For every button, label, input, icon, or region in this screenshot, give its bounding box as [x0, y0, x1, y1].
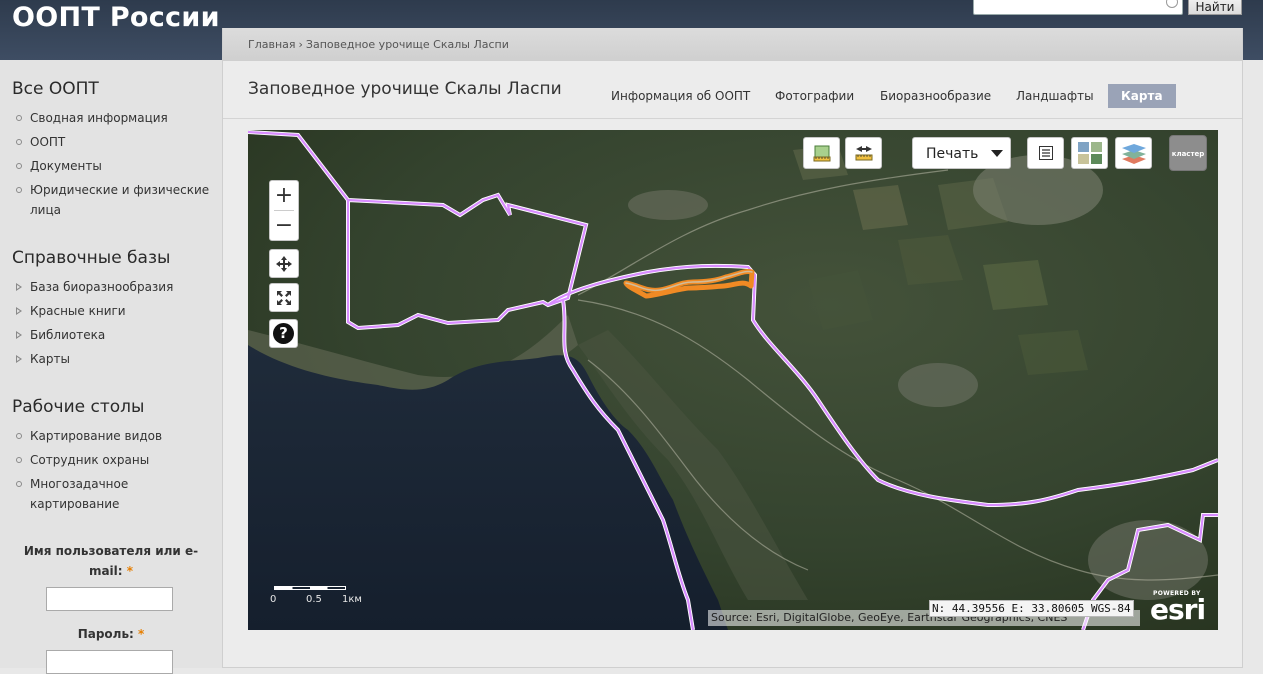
sidebar-item-species-mapping[interactable]: Картирование видов: [14, 426, 214, 446]
username-label-text: Имя пользователя или e-mail:: [23, 544, 199, 578]
sidebar-link[interactable]: Красные книги: [30, 304, 126, 318]
esri-logo[interactable]: POWERED BY esri: [1146, 588, 1214, 626]
sidebar-link[interactable]: Юридические и физические лица: [30, 183, 209, 217]
divider: [223, 118, 1242, 119]
sidebar-item-security-staff[interactable]: Сотрудник охраны: [14, 450, 214, 470]
breadcrumb-home[interactable]: Главная: [248, 38, 296, 51]
breadcrumb: Главная › Заповедное урочище Скалы Ласпи: [223, 28, 1242, 61]
sidebar-heading-all-oopt: Все ООПТ: [12, 79, 99, 99]
scale-bar-graphic: [274, 586, 346, 590]
sidebar: Все ООПТ Сводная информация ООПТ Докумен…: [0, 60, 222, 674]
pan-arrows-icon: [276, 255, 292, 272]
help-icon: ?: [273, 323, 294, 344]
arrow-bullet-icon: [16, 307, 22, 315]
sidebar-item-documents[interactable]: Документы: [14, 156, 214, 176]
sidebar-heading-reference: Справочные базы: [12, 248, 171, 268]
main-content: Главная › Заповедное урочище Скалы Ласпи З…: [222, 28, 1243, 668]
sidebar-heading-workspaces: Рабочие столы: [12, 397, 145, 417]
esri-wordmark: esri: [1150, 593, 1206, 626]
measure-distance-button[interactable]: [845, 137, 882, 169]
sidebar-item-maps[interactable]: Карты: [14, 349, 214, 369]
legend-button[interactable]: [1027, 137, 1064, 169]
page-title: Заповедное урочище Скалы Ласпи: [248, 79, 562, 99]
tab-photos[interactable]: Фотографии: [775, 84, 854, 108]
print-label: Печать: [926, 146, 979, 162]
sidebar-item-biodiversity-db[interactable]: База биоразнообразия: [14, 277, 214, 297]
sidebar-link[interactable]: Картирование видов: [30, 429, 162, 443]
basemap-gallery-icon: [1077, 142, 1102, 164]
sidebar-link[interactable]: База биоразнообразия: [30, 280, 173, 294]
required-mark: *: [138, 627, 145, 641]
tab-biodiversity[interactable]: Биоразнообразие: [880, 84, 991, 108]
satellite-imagery[interactable]: [248, 130, 1218, 630]
arrow-bullet-icon: [16, 355, 22, 363]
sidebar-list-reference: База биоразнообразия Красные книги Библи…: [14, 277, 214, 373]
sidebar-link[interactable]: Сводная информация: [30, 111, 168, 125]
sidebar-link[interactable]: Многозадачное картирование: [30, 477, 128, 511]
coordinate-readout: N: 44.39556 E: 33.80605 WGS-84: [929, 600, 1134, 617]
search-input[interactable]: [973, 0, 1183, 15]
required-mark: *: [126, 564, 134, 578]
breadcrumb-separator: ›: [298, 38, 303, 51]
zoom-in-button[interactable]: +: [270, 181, 298, 210]
legend-list-icon: [1038, 146, 1053, 160]
username-label: Имя пользователя или e-mail: *: [0, 541, 222, 581]
tab-landscapes[interactable]: Ландшафты: [1016, 84, 1094, 108]
breadcrumb-current[interactable]: Заповедное урочище Скалы Ласпи: [306, 38, 509, 51]
sidebar-link[interactable]: Карты: [30, 352, 70, 366]
cluster-toggle-button[interactable]: кластер: [1169, 135, 1207, 171]
sidebar-link[interactable]: Библиотека: [30, 328, 105, 342]
username-field[interactable]: [46, 587, 173, 611]
tab-info[interactable]: Информация об ООПТ: [611, 84, 750, 108]
expand-icon: [277, 290, 291, 305]
sidebar-item-library[interactable]: Библиотека: [14, 325, 214, 345]
sidebar-item-summary[interactable]: Сводная информация: [14, 108, 214, 128]
zoom-out-button[interactable]: −: [270, 211, 298, 240]
sidebar-item-legal-persons[interactable]: Юридические и физические лица: [14, 180, 214, 220]
zoom-control: + −: [269, 180, 299, 241]
help-button[interactable]: ?: [269, 319, 298, 348]
sidebar-link[interactable]: Сотрудник охраны: [30, 453, 149, 467]
sidebar-link[interactable]: Документы: [30, 159, 102, 173]
bullet-icon: [16, 481, 22, 487]
full-extent-button[interactable]: [269, 283, 299, 312]
bullet-icon: [16, 457, 22, 463]
sidebar-item-red-books[interactable]: Красные книги: [14, 301, 214, 321]
search-button[interactable]: Найти: [1188, 0, 1242, 15]
scale-bar: 0 0.5 1км: [270, 586, 370, 616]
map-view[interactable]: + − ? Печать кластер 0 0.5 1км Source: E…: [248, 130, 1218, 630]
sidebar-item-multitask-mapping[interactable]: Многозадачное картирование: [14, 474, 214, 514]
sidebar-list-workspaces: Картирование видов Сотрудник охраны Мног…: [14, 426, 214, 518]
arrow-bullet-icon: [16, 283, 22, 291]
pan-button[interactable]: [269, 249, 299, 278]
measure-area-icon: [813, 145, 830, 162]
sidebar-item-oopt[interactable]: ООПТ: [14, 132, 214, 152]
bullet-icon: [16, 139, 22, 145]
chevron-down-icon: [991, 150, 1003, 157]
sidebar-list-all-oopt: Сводная информация ООПТ Документы Юридич…: [14, 108, 214, 224]
bullet-icon: [16, 187, 22, 193]
bullet-icon: [16, 163, 22, 169]
arrow-bullet-icon: [16, 331, 22, 339]
layers-button[interactable]: [1115, 137, 1152, 169]
print-dropdown[interactable]: Печать: [912, 137, 1011, 169]
tab-map[interactable]: Карта: [1108, 84, 1176, 108]
bullet-icon: [16, 433, 22, 439]
scale-label-0: 0: [270, 594, 277, 605]
scale-label-half: 0.5: [306, 594, 322, 605]
measure-area-button[interactable]: [803, 137, 840, 169]
layers-icon: [1121, 144, 1146, 164]
bullet-icon: [16, 115, 22, 121]
scale-label-1km: 1км: [342, 594, 362, 605]
basemap-gallery-button[interactable]: [1071, 137, 1108, 169]
password-label: Пароль: *: [0, 624, 222, 644]
measure-distance-icon: [855, 146, 872, 161]
site-title[interactable]: ООПТ России: [12, 2, 220, 33]
password-field[interactable]: [46, 650, 173, 674]
password-label-text: Пароль:: [77, 627, 134, 641]
sidebar-link[interactable]: ООПТ: [30, 135, 65, 149]
